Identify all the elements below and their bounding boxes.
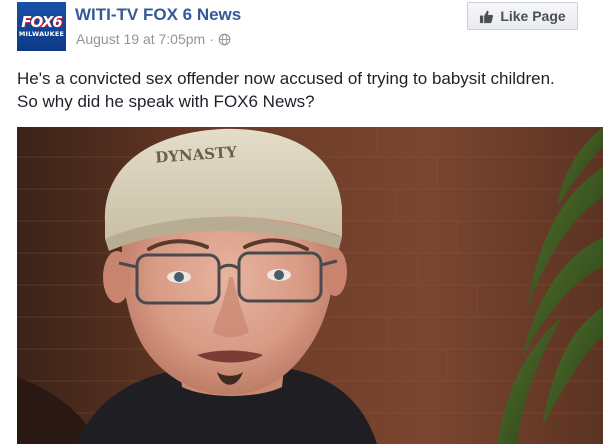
post-message-line-2: So why did he speak with FOX6 News? (17, 92, 315, 111)
logo-city-text: MILWAUKEE (18, 29, 65, 38)
post-message: He's a convicted sex offender now accuse… (17, 67, 607, 113)
logo-fox-text: FOX6 (21, 12, 62, 31)
post-meta: August 19 at 7:05pm · (76, 31, 231, 47)
page-avatar[interactable]: FOX6 MILWAUKEE (17, 2, 66, 51)
meta-separator: · (209, 31, 214, 47)
page-name-link[interactable]: WITI-TV FOX 6 News (75, 5, 241, 25)
globe-icon[interactable] (218, 33, 231, 46)
facebook-post: FOX6 MILWAUKEE WITI-TV FOX 6 News August… (0, 0, 615, 444)
like-page-label: Like Page (500, 8, 566, 24)
post-message-line-1: He's a convicted sex offender now accuse… (17, 69, 555, 88)
post-photo[interactable]: DYNASTY (17, 127, 603, 444)
thumbs-up-icon (479, 9, 494, 24)
photo-illustration: DYNASTY (17, 127, 603, 444)
post-timestamp[interactable]: August 19 at 7:05pm (76, 31, 205, 47)
like-page-button[interactable]: Like Page (467, 2, 578, 30)
